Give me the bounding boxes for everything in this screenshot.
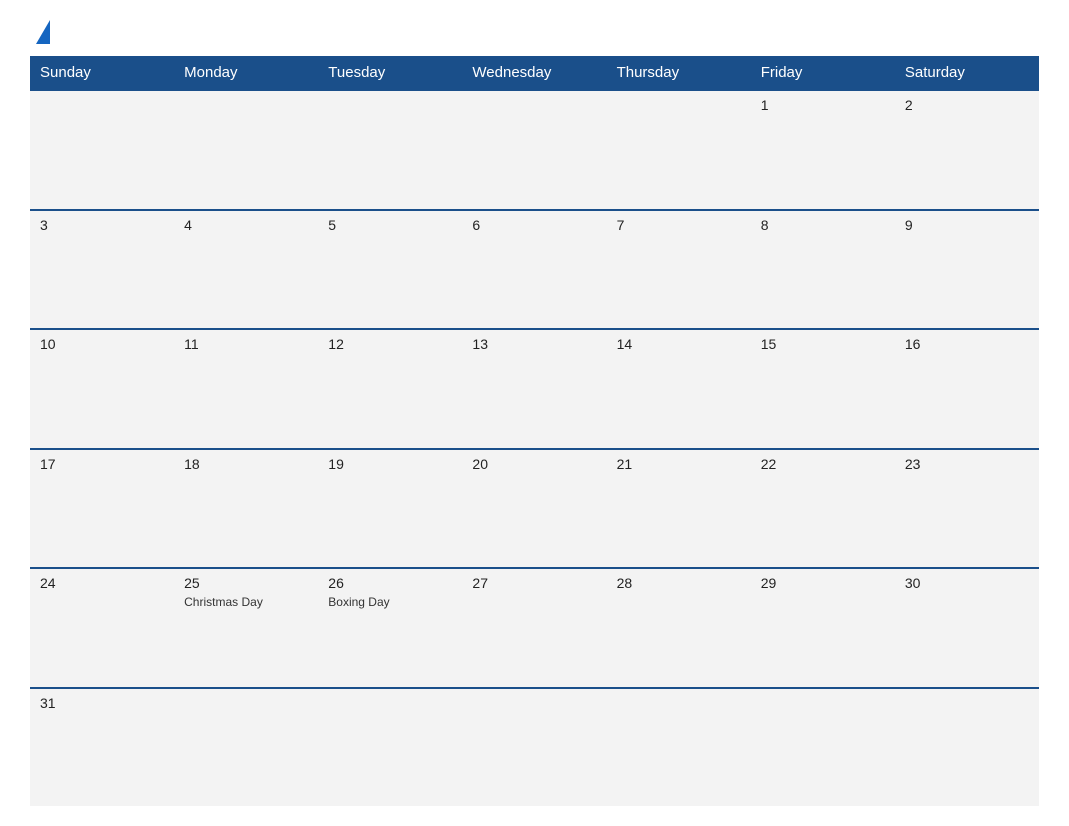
day-header-monday: Monday bbox=[174, 56, 318, 89]
day-cell: 25 Christmas Day bbox=[174, 569, 318, 687]
day-cell: 20 bbox=[462, 450, 606, 568]
day-cell: 28 bbox=[607, 569, 751, 687]
logo bbox=[30, 20, 50, 46]
day-header-wednesday: Wednesday bbox=[462, 56, 606, 89]
day-cell: 11 bbox=[174, 330, 318, 448]
day-number: 3 bbox=[40, 217, 164, 233]
day-number: 17 bbox=[40, 456, 164, 472]
day-cell: 27 bbox=[462, 569, 606, 687]
week-row-4: 17 18 19 20 21 22 23 bbox=[30, 448, 1039, 568]
day-cell: 3 bbox=[30, 211, 174, 329]
page-header bbox=[30, 20, 1039, 46]
day-cell: 1 bbox=[751, 91, 895, 209]
week-row-5: 24 25 Christmas Day 26 Boxing Day 27 28 29 30 bbox=[30, 567, 1039, 687]
day-cell: 18 bbox=[174, 450, 318, 568]
day-cell bbox=[751, 689, 895, 807]
day-cell: 22 bbox=[751, 450, 895, 568]
calendar-page: SundayMondayTuesdayWednesdayThursdayFrid… bbox=[0, 0, 1069, 826]
day-number: 11 bbox=[184, 336, 308, 352]
day-number: 12 bbox=[328, 336, 452, 352]
day-number: 21 bbox=[617, 456, 741, 472]
day-cell: 12 bbox=[318, 330, 462, 448]
day-headers-row: SundayMondayTuesdayWednesdayThursdayFrid… bbox=[30, 56, 1039, 89]
day-number: 20 bbox=[472, 456, 596, 472]
day-number: 5 bbox=[328, 217, 452, 233]
holiday-label: Boxing Day bbox=[328, 595, 452, 609]
day-cell: 4 bbox=[174, 211, 318, 329]
day-cell: 17 bbox=[30, 450, 174, 568]
day-cell: 5 bbox=[318, 211, 462, 329]
day-header-friday: Friday bbox=[751, 56, 895, 89]
day-number: 23 bbox=[905, 456, 1029, 472]
day-number: 27 bbox=[472, 575, 596, 591]
day-cell: 21 bbox=[607, 450, 751, 568]
day-number: 16 bbox=[905, 336, 1029, 352]
day-cell: 10 bbox=[30, 330, 174, 448]
holiday-label: Christmas Day bbox=[184, 595, 308, 609]
day-cell: 29 bbox=[751, 569, 895, 687]
day-header-tuesday: Tuesday bbox=[318, 56, 462, 89]
day-cell: 15 bbox=[751, 330, 895, 448]
day-number: 22 bbox=[761, 456, 885, 472]
day-cell: 26 Boxing Day bbox=[318, 569, 462, 687]
day-number: 4 bbox=[184, 217, 308, 233]
day-number: 29 bbox=[761, 575, 885, 591]
day-number: 2 bbox=[905, 97, 1029, 113]
day-cell bbox=[607, 91, 751, 209]
day-number: 6 bbox=[472, 217, 596, 233]
day-number: 30 bbox=[905, 575, 1029, 591]
day-number: 13 bbox=[472, 336, 596, 352]
day-cell: 2 bbox=[895, 91, 1039, 209]
day-cell bbox=[462, 91, 606, 209]
day-cell: 19 bbox=[318, 450, 462, 568]
day-cell bbox=[318, 91, 462, 209]
day-cell bbox=[462, 689, 606, 807]
day-number: 25 bbox=[184, 575, 308, 591]
day-number: 26 bbox=[328, 575, 452, 591]
day-cell: 30 bbox=[895, 569, 1039, 687]
day-cell bbox=[895, 689, 1039, 807]
day-number: 9 bbox=[905, 217, 1029, 233]
day-cell: 7 bbox=[607, 211, 751, 329]
day-number: 18 bbox=[184, 456, 308, 472]
day-cell bbox=[318, 689, 462, 807]
week-row-6: 31 bbox=[30, 687, 1039, 807]
day-cell: 31 bbox=[30, 689, 174, 807]
day-cell: 23 bbox=[895, 450, 1039, 568]
day-number: 15 bbox=[761, 336, 885, 352]
day-header-sunday: Sunday bbox=[30, 56, 174, 89]
logo-triangle-icon bbox=[36, 20, 50, 44]
day-cell bbox=[174, 689, 318, 807]
day-header-thursday: Thursday bbox=[607, 56, 751, 89]
day-cell: 16 bbox=[895, 330, 1039, 448]
day-number: 8 bbox=[761, 217, 885, 233]
weeks-container: 1234567891011121314151617181920212223242… bbox=[30, 89, 1039, 806]
week-row-2: 3 4 5 6 7 8 9 bbox=[30, 209, 1039, 329]
day-number: 10 bbox=[40, 336, 164, 352]
day-cell bbox=[607, 689, 751, 807]
day-number: 31 bbox=[40, 695, 164, 711]
day-cell bbox=[174, 91, 318, 209]
day-number: 1 bbox=[761, 97, 885, 113]
week-row-1: 12 bbox=[30, 89, 1039, 209]
calendar-grid: SundayMondayTuesdayWednesdayThursdayFrid… bbox=[30, 56, 1039, 806]
day-cell: 13 bbox=[462, 330, 606, 448]
day-cell bbox=[30, 91, 174, 209]
week-row-3: 10 11 12 13 14 15 16 bbox=[30, 328, 1039, 448]
day-number: 19 bbox=[328, 456, 452, 472]
day-number: 28 bbox=[617, 575, 741, 591]
day-cell: 9 bbox=[895, 211, 1039, 329]
day-cell: 14 bbox=[607, 330, 751, 448]
day-number: 24 bbox=[40, 575, 164, 591]
day-cell: 8 bbox=[751, 211, 895, 329]
day-number: 7 bbox=[617, 217, 741, 233]
day-header-saturday: Saturday bbox=[895, 56, 1039, 89]
day-number: 14 bbox=[617, 336, 741, 352]
day-cell: 6 bbox=[462, 211, 606, 329]
day-cell: 24 bbox=[30, 569, 174, 687]
